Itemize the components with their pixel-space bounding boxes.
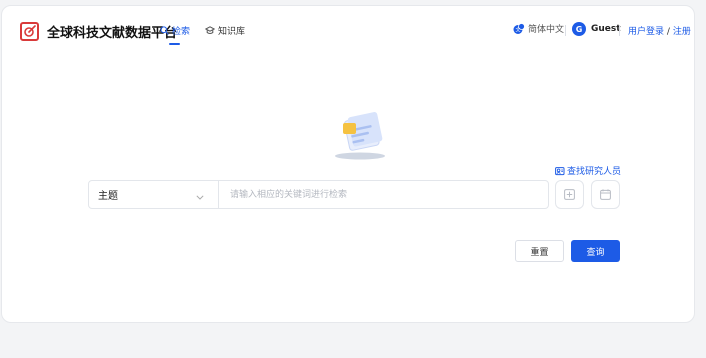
language-icon: 文 bbox=[513, 22, 525, 35]
avatar: G bbox=[572, 22, 586, 36]
history-icon bbox=[600, 185, 611, 204]
search-history-button[interactable] bbox=[591, 180, 620, 209]
reset-button[interactable]: 重置 bbox=[515, 240, 564, 262]
search-illustration bbox=[330, 110, 390, 164]
user-menu[interactable]: G Guest bbox=[572, 22, 621, 36]
search-icon bbox=[160, 26, 169, 35]
search-field-select[interactable]: 主题 bbox=[89, 181, 219, 208]
brand[interactable]: 全球科技文献数据平台 bbox=[20, 22, 177, 41]
brand-title: 全球科技文献数据平台 bbox=[47, 26, 178, 41]
header-divider bbox=[565, 25, 566, 36]
svg-text:文: 文 bbox=[515, 26, 520, 33]
register-link[interactable]: 注册 bbox=[673, 27, 691, 37]
auth-separator: / bbox=[666, 27, 670, 37]
main-card: 全球科技文献数据平台 检索 知识库 文 简体中文 G Guest 用户登录 / … bbox=[1, 5, 695, 323]
active-tab-indicator bbox=[169, 43, 180, 45]
login-link[interactable]: 用户登录 bbox=[628, 27, 664, 37]
chevron-down-icon bbox=[196, 185, 204, 204]
researcher-icon bbox=[555, 166, 565, 176]
user-name: Guest bbox=[591, 24, 621, 34]
search-field-value: 主题 bbox=[98, 191, 118, 202]
find-researcher-label: 查找研究人员 bbox=[567, 167, 622, 177]
search-input[interactable] bbox=[219, 181, 548, 208]
logo-icon bbox=[20, 22, 39, 41]
auth-links: 用户登录 / 注册 bbox=[628, 24, 691, 37]
tab-search-label: 检索 bbox=[172, 27, 191, 37]
header-divider bbox=[619, 25, 620, 36]
tab-knowledge-base[interactable]: 知识库 bbox=[205, 24, 245, 37]
tab-search[interactable]: 检索 bbox=[160, 24, 190, 37]
query-button[interactable]: 查询 bbox=[571, 240, 620, 262]
plus-icon bbox=[564, 185, 575, 204]
knowledge-base-icon bbox=[205, 26, 215, 35]
search-bar: 主题 bbox=[88, 180, 549, 209]
language-label: 简体中文 bbox=[528, 25, 565, 35]
language-switch[interactable]: 文 简体中文 bbox=[513, 22, 564, 35]
tab-knowledge-label: 知识库 bbox=[218, 27, 246, 37]
add-condition-button[interactable] bbox=[555, 180, 584, 209]
find-researcher-link[interactable]: 查找研究人员 bbox=[555, 164, 621, 177]
